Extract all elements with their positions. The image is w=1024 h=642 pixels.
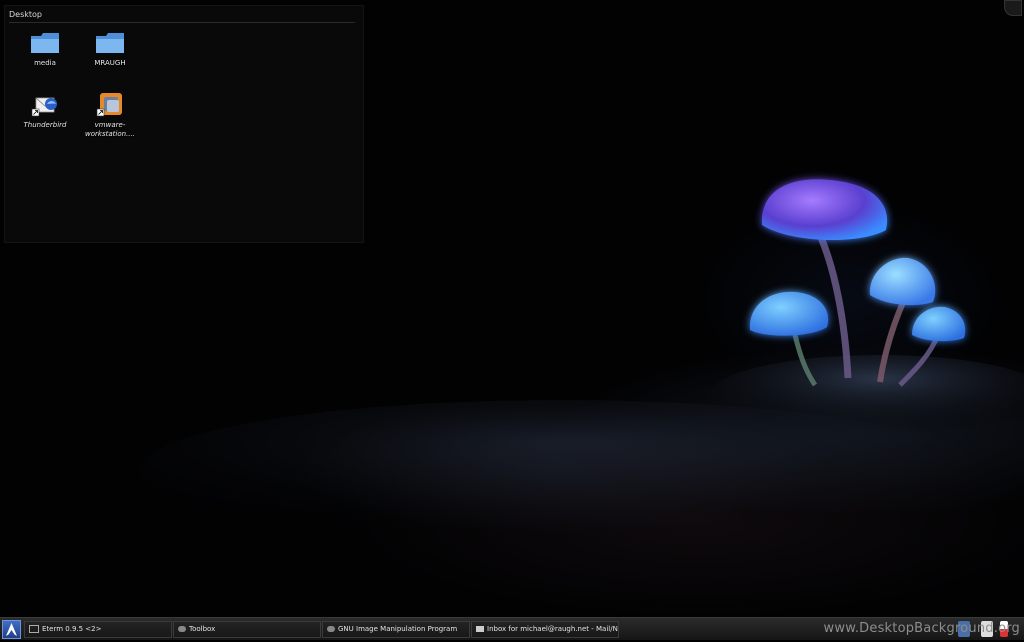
terminal-icon [29, 625, 39, 633]
thunderbird-icon [30, 92, 60, 118]
icon-label: MRAUGH [94, 59, 126, 67]
desktop-panel-title: Desktop [9, 10, 42, 19]
desktop-icon-thunderbird[interactable]: Thunderbird [15, 92, 75, 130]
icon-label: Thunderbird [23, 121, 67, 129]
taskbar-task-gimp[interactable]: GNU Image Manipulation Program [322, 621, 470, 638]
vmware-icon [95, 92, 125, 118]
task-label: GNU Image Manipulation Program [338, 625, 458, 633]
task-label: Eterm 0.9.5 <2> [42, 625, 102, 633]
task-label: Inbox for michael@raugh.net - Mail/N [487, 625, 618, 633]
icon-label: media [34, 59, 56, 67]
desktop-corner-menu-button[interactable] [1004, 0, 1022, 16]
folder-icon [95, 30, 125, 56]
icon-label: vmware-workstation.... [85, 121, 135, 138]
desktop-folder-view: Desktop media MRAUGH Thunderbird vmware-… [4, 5, 364, 243]
folder-icon [30, 30, 60, 56]
task-label: Toolbox [189, 625, 216, 633]
desktop-icon-mraugh[interactable]: MRAUGH [80, 30, 140, 68]
desktop-icon-media[interactable]: media [15, 30, 75, 68]
taskbar-task-mail[interactable]: Inbox for michael@raugh.net - Mail/N [471, 621, 619, 638]
panel-divider [9, 22, 355, 23]
gimp-icon [327, 626, 335, 632]
taskbar: Eterm 0.9.5 <2> Toolbox GNU Image Manipu… [0, 617, 1024, 640]
desktop-icon-vmware[interactable]: vmware-workstation.... [80, 92, 140, 139]
mail-icon [476, 626, 484, 632]
watermark-text: www.DesktopBackground.org [823, 621, 1020, 636]
gimp-icon [178, 626, 186, 632]
taskbar-task-toolbox[interactable]: Toolbox [173, 621, 321, 638]
arch-logo-icon [6, 623, 17, 636]
taskbar-task-eterm[interactable]: Eterm 0.9.5 <2> [24, 621, 172, 638]
start-menu-button[interactable] [2, 620, 21, 639]
